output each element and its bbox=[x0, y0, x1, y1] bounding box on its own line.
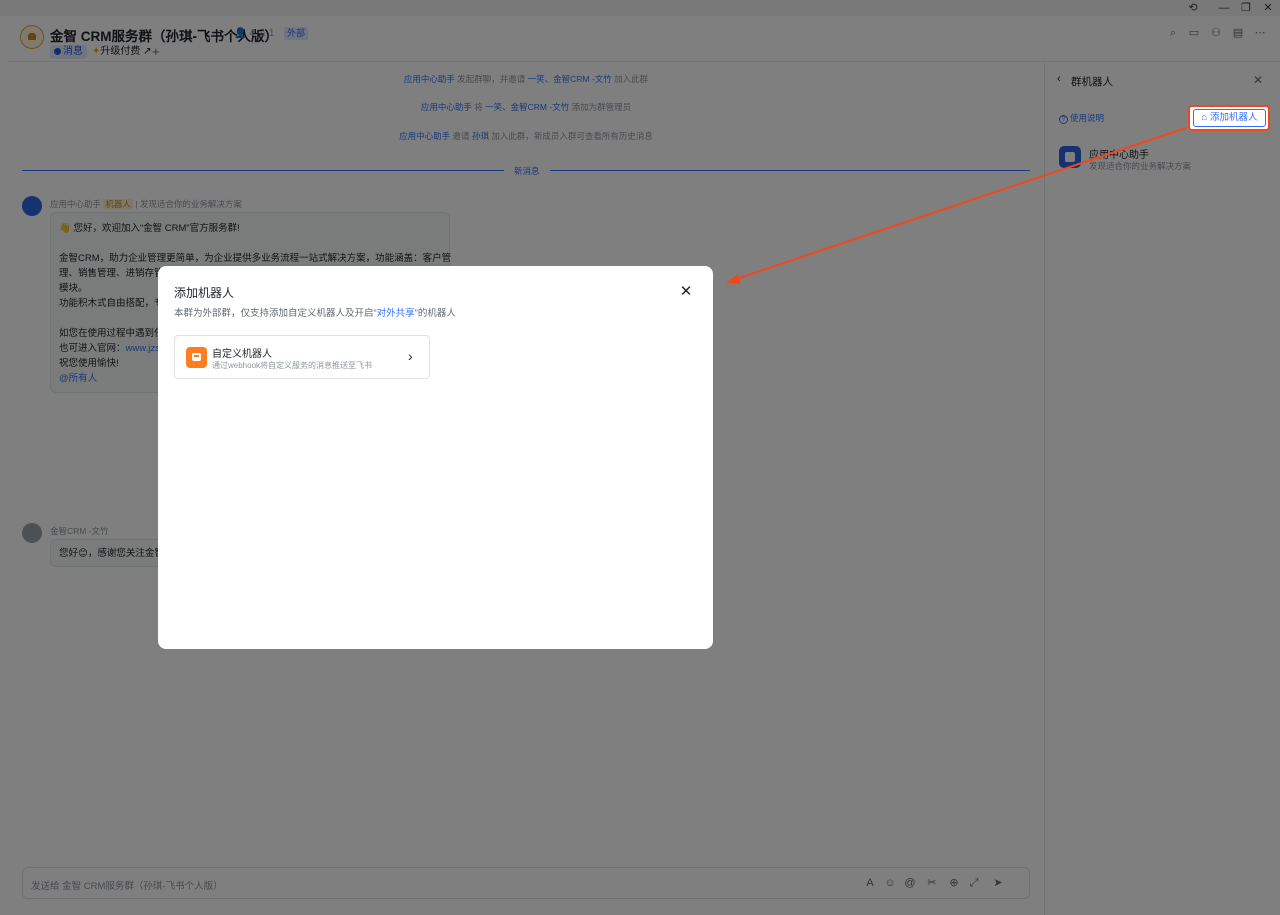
add-bot-button-highlighted[interactable]: ⌂ 添加机器人 bbox=[1193, 109, 1266, 127]
bot-icon: ⌂ bbox=[1201, 112, 1210, 123]
dialog-subtitle: 本群为外部群，仅支持添加自定义机器人及开启“对外共享”的机器人 bbox=[174, 308, 456, 319]
custom-bot-description: 通过webhook将自定义服务的消息推送至飞书 bbox=[212, 361, 373, 370]
robot-icon bbox=[186, 347, 207, 368]
custom-bot-title: 自定义机器人 bbox=[212, 349, 272, 360]
highlight-add-bot-button[interactable]: ⌂ 添加机器人 bbox=[1188, 105, 1270, 131]
add-bot-dialog: 添加机器人 本群为外部群，仅支持添加自定义机器人及开启“对外共享”的机器人 ✕ … bbox=[158, 266, 713, 649]
chevron-right-icon: › bbox=[408, 348, 413, 364]
close-icon[interactable]: ✕ bbox=[678, 284, 694, 300]
external-share-link[interactable]: 对外共享 bbox=[377, 308, 415, 319]
dialog-title: 添加机器人 bbox=[174, 286, 235, 300]
custom-bot-option[interactable]: 自定义机器人 通过webhook将自定义服务的消息推送至飞书 › bbox=[174, 335, 430, 379]
